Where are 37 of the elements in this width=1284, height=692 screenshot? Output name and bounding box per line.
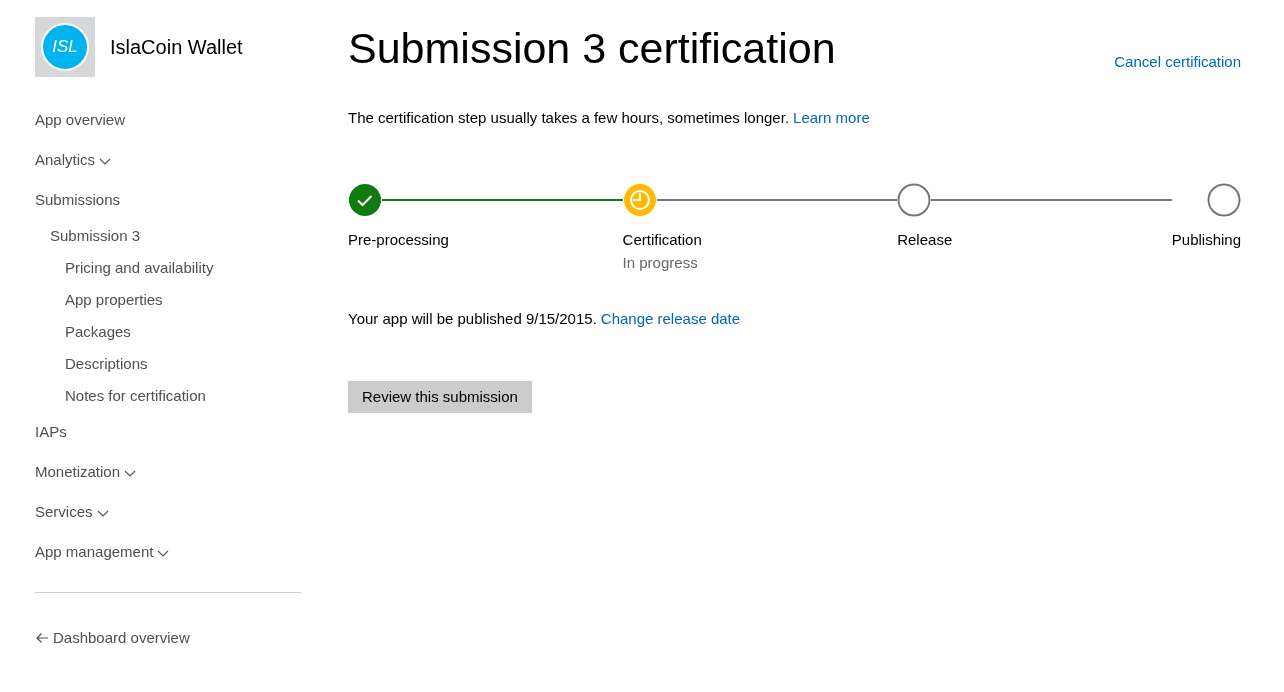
back-link[interactable]: Dashboard overview [35, 627, 190, 650]
step-label: Release [897, 229, 954, 250]
nav-link[interactable]: Submissions [35, 188, 121, 212]
chevron-down-icon [157, 550, 170, 558]
review-button[interactable]: Review this submission [348, 381, 532, 413]
nav-link[interactable]: App management [35, 540, 154, 564]
nav-link[interactable]: Packages [65, 320, 131, 344]
back-link-label: Dashboard overview [53, 628, 190, 648]
publish-date-text: Your app will be published 9/15/2015. [348, 308, 597, 329]
nav-link[interactable]: IAPs [35, 420, 67, 444]
chevron-down-icon [96, 510, 109, 518]
empty-circle-icon [1207, 182, 1241, 217]
nav-link[interactable]: Notes for certification [65, 384, 206, 408]
arrow-left-icon [35, 632, 49, 645]
nav-link[interactable]: Pricing and availability [65, 256, 214, 280]
check-circle-icon [348, 182, 382, 217]
page-title: Submission 3 certification [348, 23, 836, 74]
change-date-link[interactable]: Change release date [600, 307, 741, 330]
step-label: Pre-processing [348, 229, 450, 250]
nav-link[interactable]: Submission 3 [50, 224, 141, 248]
chevron-down-icon [99, 158, 112, 166]
nav-link[interactable]: App overview [35, 108, 126, 132]
cancel-link[interactable]: Cancel certification [1114, 51, 1241, 74]
intro-text: The certification step usually takes a few hours, sometimes longer. [348, 108, 790, 128]
nav-link[interactable]: App properties [65, 288, 163, 312]
step-label: Certification [622, 229, 703, 250]
nav-link[interactable]: Monetization [35, 460, 121, 484]
app-name: IslaCoin Wallet [110, 35, 243, 60]
logo-badge: ISL [41, 23, 89, 71]
step-label: Publishing [1171, 229, 1241, 250]
nav-link[interactable]: Descriptions [65, 352, 148, 376]
step-status: In progress [622, 253, 699, 273]
nav-link[interactable]: Services [35, 500, 93, 524]
empty-circle-icon [897, 182, 932, 217]
chevron-down-icon [124, 470, 137, 478]
nav-link[interactable]: Analytics [35, 148, 96, 172]
learn-more-link[interactable]: Learn more [793, 107, 870, 130]
